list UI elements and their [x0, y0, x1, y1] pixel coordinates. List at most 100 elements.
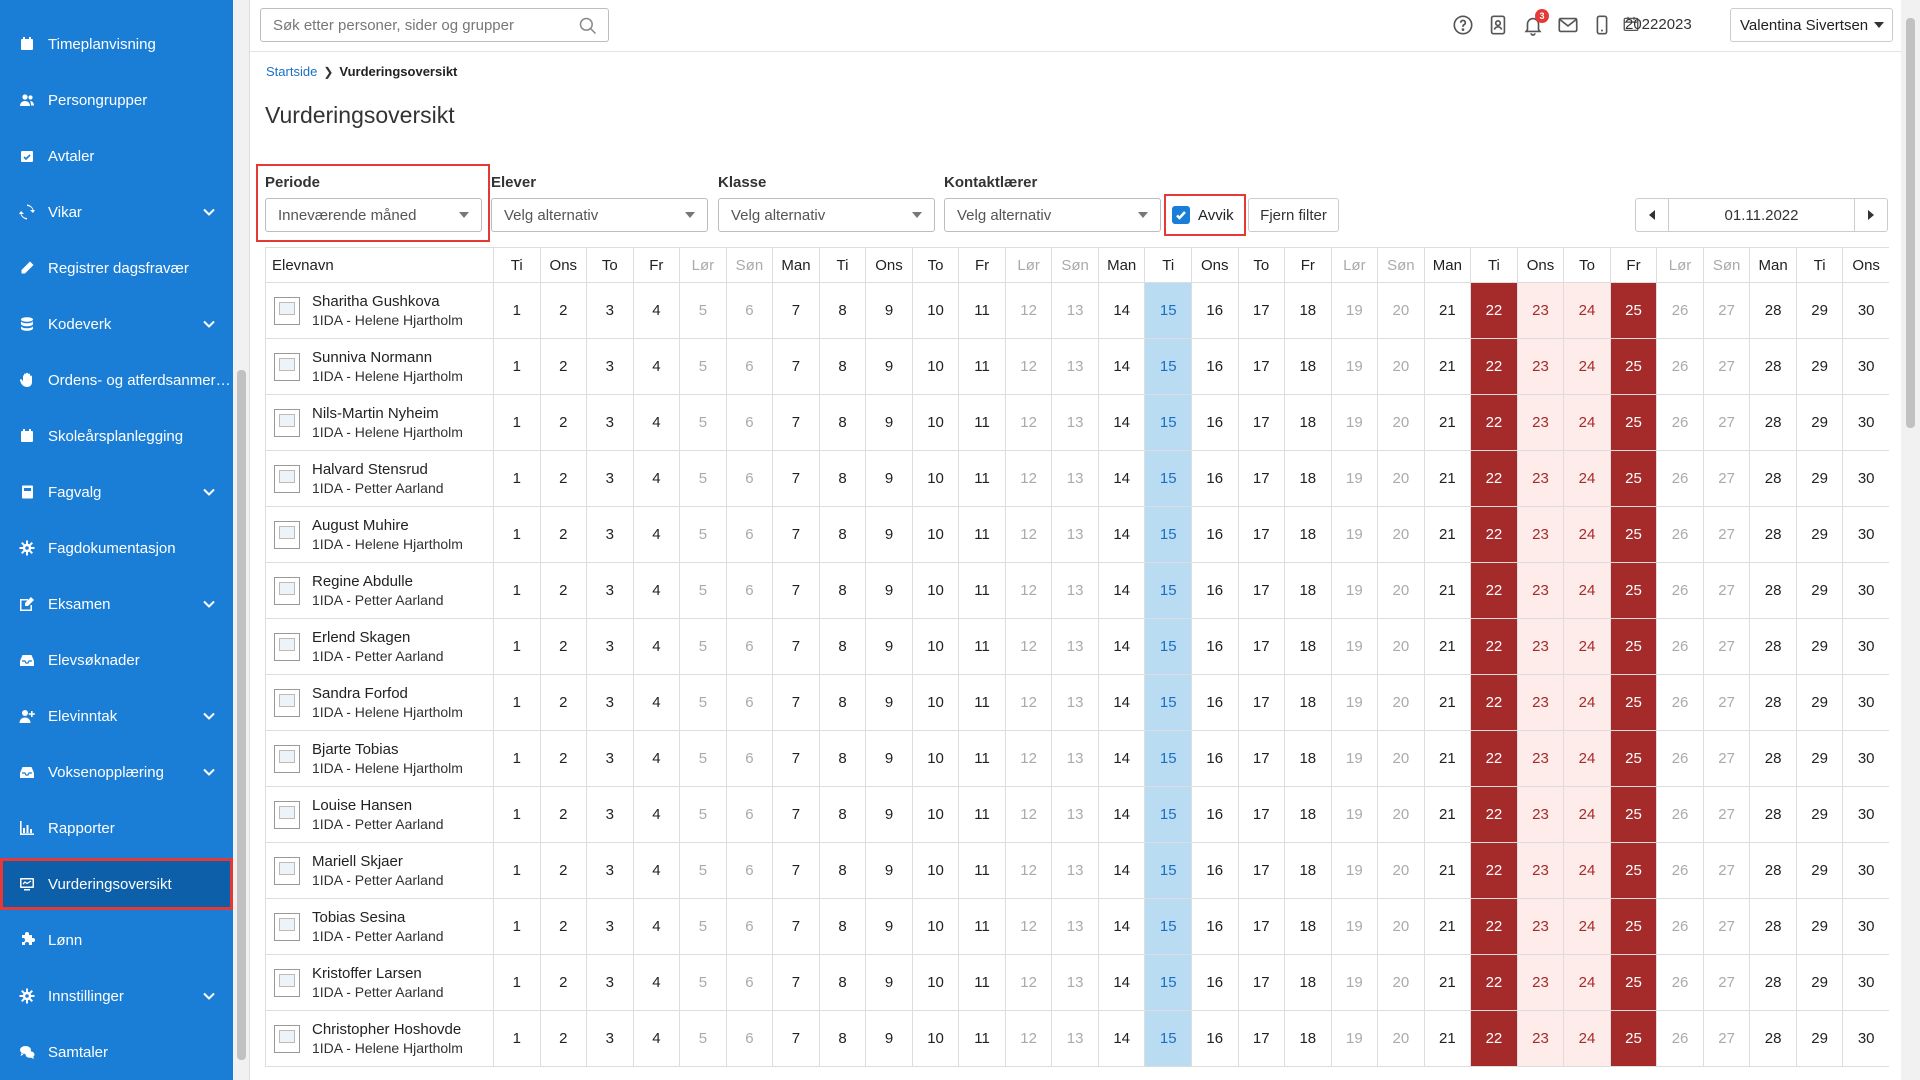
day-cell[interactable]: 14	[1097, 1010, 1146, 1067]
day-cell[interactable]: 28	[1749, 450, 1797, 507]
day-cell[interactable]: 4	[632, 730, 681, 787]
sidebar-item-elevsøknader[interactable]: Elevsøknader	[0, 634, 233, 686]
day-cell[interactable]: 20	[1377, 954, 1425, 1011]
day-cell[interactable]: 1	[493, 898, 541, 955]
day-cell[interactable]: 23	[1516, 898, 1565, 955]
day-cell[interactable]: 4	[632, 394, 681, 451]
day-cell[interactable]: 13	[1051, 730, 1099, 787]
help-icon[interactable]	[1452, 14, 1474, 36]
day-cell[interactable]: 7	[772, 618, 820, 675]
day-cell[interactable]: 13	[1051, 394, 1099, 451]
day-cell[interactable]: 21	[1423, 338, 1472, 395]
student-name[interactable]: Sunniva Normann	[312, 348, 463, 367]
day-cell[interactable]: 14	[1097, 898, 1146, 955]
day-cell[interactable]: 22	[1470, 898, 1518, 955]
day-cell[interactable]: 20	[1377, 842, 1425, 899]
student-cell[interactable]: Sandra Forfod 1IDA - Helene Hjartholm	[265, 674, 494, 731]
day-cell[interactable]: 9	[865, 842, 913, 899]
day-cell[interactable]: 10	[911, 1010, 960, 1067]
day-cell[interactable]: 5	[679, 786, 727, 843]
day-cell[interactable]: 7	[772, 394, 820, 451]
day-cell[interactable]: 24	[1563, 506, 1611, 563]
day-cell[interactable]: 17	[1237, 954, 1286, 1011]
day-cell[interactable]: 6	[725, 506, 774, 563]
day-cell[interactable]: 9	[865, 786, 913, 843]
day-cell[interactable]: 8	[818, 1010, 867, 1067]
day-cell[interactable]: 9	[865, 674, 913, 731]
day-cell[interactable]: 27	[1702, 786, 1751, 843]
sidebar-item-vurderingsoversikt[interactable]: Vurderingsoversikt	[0, 858, 233, 910]
day-cell[interactable]: 27	[1702, 954, 1751, 1011]
day-cell[interactable]: 2	[539, 282, 588, 339]
day-cell[interactable]: 20	[1377, 618, 1425, 675]
day-cell[interactable]: 19	[1330, 338, 1379, 395]
day-cell[interactable]: 3	[586, 674, 634, 731]
student-name[interactable]: Erlend Skagen	[312, 628, 444, 647]
day-cell[interactable]: 6	[725, 1010, 774, 1067]
day-cell[interactable]: 24	[1563, 842, 1611, 899]
day-cell[interactable]: 3	[586, 282, 634, 339]
day-cell[interactable]: 17	[1237, 786, 1286, 843]
day-cell[interactable]: 23	[1516, 282, 1565, 339]
day-cell[interactable]: 14	[1097, 282, 1146, 339]
day-cell[interactable]: 4	[632, 282, 681, 339]
breadcrumb-home-link[interactable]: Startside	[266, 64, 317, 79]
day-cell[interactable]: 28	[1749, 338, 1797, 395]
day-cell[interactable]: 20	[1377, 562, 1425, 619]
day-cell[interactable]: 30	[1842, 842, 1889, 899]
day-cell[interactable]: 30	[1842, 506, 1889, 563]
day-cell[interactable]: 13	[1051, 674, 1099, 731]
day-cell[interactable]: 27	[1702, 562, 1751, 619]
day-cell[interactable]: 2	[539, 786, 588, 843]
day-cell[interactable]: 20	[1377, 1010, 1425, 1067]
day-cell[interactable]: 16	[1190, 338, 1239, 395]
day-cell[interactable]: 16	[1190, 674, 1239, 731]
day-cell[interactable]: 3	[586, 898, 634, 955]
day-cell[interactable]: 28	[1749, 842, 1797, 899]
day-cell[interactable]: 27	[1702, 338, 1751, 395]
day-cell[interactable]: 27	[1702, 282, 1751, 339]
day-cell[interactable]: 12	[1004, 898, 1053, 955]
day-cell[interactable]: 3	[586, 786, 634, 843]
student-name[interactable]: Louise Hansen	[312, 796, 444, 815]
user-menu-button[interactable]: Valentina Sivertsen	[1730, 8, 1893, 42]
next-date-button[interactable]	[1854, 199, 1887, 231]
table-row[interactable]: Christopher Hoshovde 1IDA - Helene Hjarth…	[265, 1010, 1889, 1067]
day-cell[interactable]: 3	[586, 394, 634, 451]
student-cell[interactable]: Nils-Martin Nyheim 1IDA - Helene Hjarthol…	[265, 394, 494, 451]
day-cell[interactable]: 11	[958, 674, 1006, 731]
day-cell[interactable]: 5	[679, 898, 727, 955]
day-cell[interactable]: 11	[958, 562, 1006, 619]
day-cell[interactable]: 21	[1423, 562, 1472, 619]
search-input[interactable]	[261, 16, 561, 34]
day-cell[interactable]: 23	[1516, 730, 1565, 787]
day-cell[interactable]: 25	[1609, 786, 1658, 843]
day-cell[interactable]: 8	[818, 954, 867, 1011]
day-cell[interactable]: 12	[1004, 562, 1053, 619]
day-cell[interactable]: 10	[911, 730, 960, 787]
day-cell[interactable]: 15	[1144, 506, 1192, 563]
day-cell[interactable]: 4	[632, 562, 681, 619]
day-cell[interactable]: 12	[1004, 506, 1053, 563]
day-cell[interactable]: 15	[1144, 562, 1192, 619]
day-cell[interactable]: 24	[1563, 338, 1611, 395]
day-cell[interactable]: 15	[1144, 338, 1192, 395]
day-cell[interactable]: 6	[725, 562, 774, 619]
day-cell[interactable]: 20	[1377, 898, 1425, 955]
sidebar-item-vikar[interactable]: Vikar	[0, 186, 233, 238]
table-row[interactable]: Mariell Skjaer 1IDA - Petter Aarland 1 2 3 4 5…	[265, 842, 1889, 899]
sidebar-item-rapporter[interactable]: Rapporter	[0, 802, 233, 854]
day-cell[interactable]: 30	[1842, 730, 1889, 787]
day-cell[interactable]: 7	[772, 450, 820, 507]
day-cell[interactable]: 11	[958, 786, 1006, 843]
student-cell[interactable]: Mariell Skjaer 1IDA - Petter Aarland	[265, 842, 494, 899]
day-cell[interactable]: 14	[1097, 618, 1146, 675]
day-cell[interactable]: 8	[818, 674, 867, 731]
day-cell[interactable]: 8	[818, 730, 867, 787]
day-cell[interactable]: 22	[1470, 786, 1518, 843]
day-cell[interactable]: 4	[632, 450, 681, 507]
day-cell[interactable]: 13	[1051, 898, 1099, 955]
page-scrollbar[interactable]	[1901, 0, 1920, 1080]
day-cell[interactable]: 26	[1656, 954, 1704, 1011]
day-cell[interactable]: 29	[1795, 730, 1844, 787]
